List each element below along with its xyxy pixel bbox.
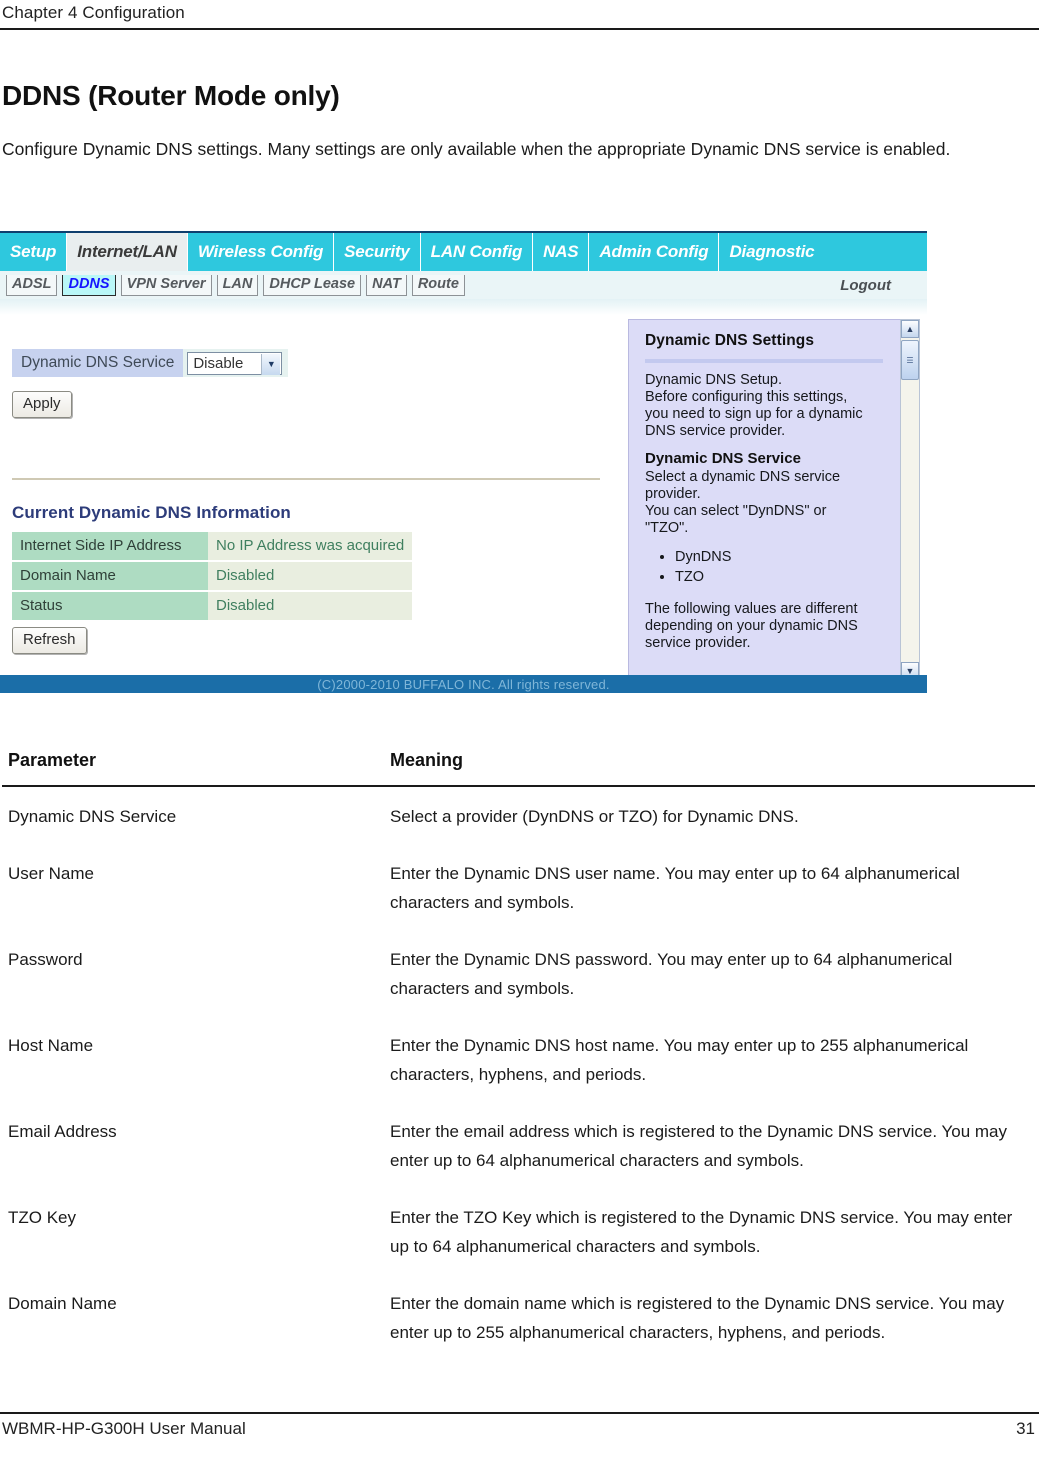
param-name: Domain Name xyxy=(8,1294,117,1313)
table-row: Host Name Enter the Dynamic DNS host nam… xyxy=(2,1016,1035,1102)
info-value-internet-side-ip: No IP Address was acquired xyxy=(208,532,413,562)
footer-manual-title: WBMR-HP-G300H User Manual xyxy=(2,1419,246,1438)
column-header-meaning: Meaning xyxy=(384,740,1035,787)
subtab-vpn-server[interactable]: VPN Server xyxy=(120,274,212,296)
dynamic-dns-service-label: Dynamic DNS Service xyxy=(12,349,184,377)
subtab-adsl[interactable]: ADSL xyxy=(6,274,58,296)
subtab-dhcp-lease[interactable]: DHCP Lease xyxy=(263,274,362,296)
table-row: Dynamic DNS Service Select a provider (D… xyxy=(2,786,1035,844)
tab-nas[interactable]: NAS xyxy=(533,233,590,271)
dynamic-dns-service-select-wrap: Disable ▼ xyxy=(183,349,289,377)
table-row: TZO Key Enter the TZO Key which is regis… xyxy=(2,1188,1035,1274)
subtab-ddns[interactable]: DDNS xyxy=(62,274,116,296)
current-dns-info-title: Current Dynamic DNS Information xyxy=(12,503,291,522)
info-key-internet-side-ip: Internet Side IP Address xyxy=(12,532,208,562)
help-divider xyxy=(645,359,883,363)
settings-pane: Dynamic DNS Service Disable ▼ Apply Curr… xyxy=(0,315,620,693)
table-row: Domain Name Enter the domain name which … xyxy=(2,1274,1035,1360)
info-value-domain-name: Disabled xyxy=(208,561,413,592)
apply-button[interactable]: Apply xyxy=(12,391,72,418)
subbar-gradient xyxy=(0,299,927,315)
help-intro-text: Dynamic DNS Setup. Before configuring th… xyxy=(645,372,863,439)
scrollbar-thumb[interactable]: ☰ xyxy=(901,340,919,380)
scroll-up-icon[interactable]: ▲ xyxy=(901,320,919,338)
info-key-status: Status xyxy=(12,591,208,622)
param-meaning: Enter the Dynamic DNS user name. You may… xyxy=(390,864,960,912)
tab-admin-config[interactable]: Admin Config xyxy=(589,233,720,271)
tab-internet-lan[interactable]: Internet/LAN xyxy=(67,233,188,271)
copyright-bar: (C)2000-2010 BUFFALO INC. All rights res… xyxy=(0,675,927,693)
section-divider xyxy=(12,478,600,480)
help-provider-list: DynDNS TZO xyxy=(645,547,896,587)
column-header-parameter: Parameter xyxy=(2,740,384,787)
param-meaning: Enter the TZO Key which is registered to… xyxy=(390,1208,1013,1256)
logout-link[interactable]: Logout xyxy=(840,277,891,294)
table-row: User Name Enter the Dynamic DNS user nam… xyxy=(2,844,1035,930)
dynamic-dns-service-row: Dynamic DNS Service Disable ▼ xyxy=(12,349,289,377)
main-tab-bar: Setup Internet/LAN Wireless Config Secur… xyxy=(0,233,927,271)
table-row: Domain Name Disabled xyxy=(12,561,413,592)
help-subheading: Dynamic DNS Service xyxy=(645,450,801,467)
table-header-row: Parameter Meaning xyxy=(2,740,1035,787)
footer-rule xyxy=(0,1412,1039,1414)
footer-page-number: 31 xyxy=(1016,1419,1035,1438)
subtab-route[interactable]: Route xyxy=(411,274,465,296)
param-meaning: Enter the Dynamic DNS host name. You may… xyxy=(390,1036,969,1084)
param-name: Email Address xyxy=(8,1122,117,1141)
param-name: Host Name xyxy=(8,1036,94,1055)
list-item: TZO xyxy=(675,567,896,587)
help-closing-text: The following values are different depen… xyxy=(645,601,858,651)
table-row: Email Address Enter the email address wh… xyxy=(2,1102,1035,1188)
param-name: Password xyxy=(8,950,83,969)
page-title: DDNS (Router Mode only) xyxy=(2,80,340,111)
help-heading: Dynamic DNS Settings xyxy=(645,332,815,349)
tab-security[interactable]: Security xyxy=(334,233,421,271)
table-row: Status Disabled xyxy=(12,591,413,622)
param-meaning: Enter the Dynamic DNS password. You may … xyxy=(390,950,953,998)
param-meaning: Select a provider (DynDNS or TZO) for Dy… xyxy=(390,807,799,826)
dynamic-dns-service-select[interactable]: Disable ▼ xyxy=(187,351,283,375)
dynamic-dns-service-value: Disable xyxy=(193,354,244,372)
param-name: User Name xyxy=(8,864,94,883)
param-meaning: Enter the email address which is registe… xyxy=(390,1122,1007,1170)
tab-setup[interactable]: Setup xyxy=(0,233,68,271)
chevron-down-icon: ▼ xyxy=(261,353,281,375)
current-dns-info-table: Internet Side IP Address No IP Address w… xyxy=(12,532,413,622)
header-rule xyxy=(0,28,1039,30)
subtab-nat[interactable]: NAT xyxy=(366,274,407,296)
running-head-text: Chapter 4 Configuration xyxy=(2,3,185,22)
param-name: Dynamic DNS Service xyxy=(8,807,177,826)
subtab-lan[interactable]: LAN xyxy=(216,274,259,296)
tab-diagnostic[interactable]: Diagnostic xyxy=(719,233,825,271)
tab-wireless-config[interactable]: Wireless Config xyxy=(187,233,335,271)
help-panel-scrollbar[interactable]: ▲ ☰ ▼ xyxy=(900,319,920,681)
refresh-button[interactable]: Refresh xyxy=(12,627,87,654)
parameter-meaning-table: Parameter Meaning Dynamic DNS Service Se… xyxy=(2,740,1035,1360)
running-head: Chapter 4 Configuration xyxy=(0,3,1039,23)
help-panel: Dynamic DNS Settings Dynamic DNS Setup. … xyxy=(628,319,911,681)
tab-lan-config[interactable]: LAN Config xyxy=(420,233,534,271)
table-row: Internet Side IP Address No IP Address w… xyxy=(12,532,413,562)
param-meaning: Enter the domain name which is registere… xyxy=(390,1294,1005,1342)
sub-tab-bar: ADSL DDNS VPN Server LAN DHCP Lease NAT … xyxy=(0,271,927,299)
intro-paragraph: Configure Dynamic DNS settings. Many set… xyxy=(2,139,951,159)
info-value-status: Disabled xyxy=(208,591,413,622)
router-ui-screenshot: Setup Internet/LAN Wireless Config Secur… xyxy=(0,231,927,693)
table-row: Password Enter the Dynamic DNS password.… xyxy=(2,930,1035,1016)
info-key-domain-name: Domain Name xyxy=(12,561,208,592)
list-item: DynDNS xyxy=(675,547,896,567)
help-body-text: Select a dynamic DNS service provider. Y… xyxy=(645,469,841,536)
param-name: TZO Key xyxy=(8,1208,77,1227)
